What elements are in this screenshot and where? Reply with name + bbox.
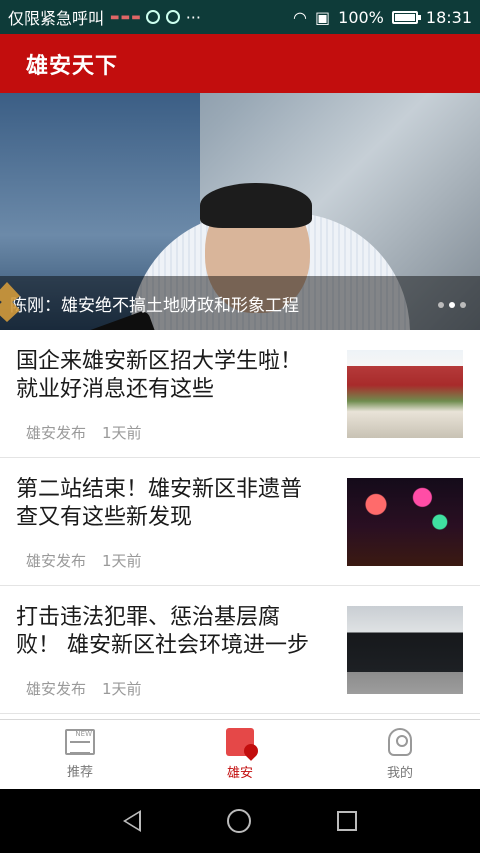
news-list: 国企来雄安新区招大学生啦！就业好消息还有这些 雄安发布 1天前 第二站结束！雄安… [0,330,480,714]
system-nav-bar [0,789,480,853]
home-icon[interactable] [227,809,251,833]
banner-caption[interactable]: 陈刚：雄安绝不搞土地财政和形象工程 [10,291,299,316]
news-source: 雄安发布 [26,552,87,570]
app-notification-icon [145,10,160,24]
status-right: ◠ ▣ 100% 18:31 [293,8,472,27]
status-bar: 仅限紧急呼叫 ▬ ▬ ▬ ··· ◠ ▣ 100% 18:31 [0,0,480,34]
back-icon[interactable] [123,810,141,832]
news-meta: 雄安发布 1天前 [26,422,142,443]
banner-image-hair [200,183,312,228]
carousel-dot[interactable] [438,302,444,308]
battery-fill [394,13,415,21]
carrier-text: 仅限紧急呼叫 [8,9,105,28]
news-item[interactable]: 国企来雄安新区招大学生啦！就业好消息还有这些 雄安发布 1天前 [0,330,480,458]
news-time: 1天前 [102,680,142,698]
news-source: 雄安发布 [26,424,87,442]
news-source: 雄安发布 [26,680,87,698]
news-thumbnail[interactable] [347,350,463,438]
carousel-dot[interactable] [460,302,466,308]
news-thumbnail[interactable] [347,478,463,566]
news-time: 1天前 [102,424,142,442]
person-icon [388,728,412,756]
news-title[interactable]: 第二站结束！雄安新区非遗普查又有这些新发现 [16,476,321,532]
app-bar: 雄安天下 [0,34,480,93]
carousel-dot-active[interactable] [449,302,455,308]
building-location-icon [226,728,254,756]
battery-icon [391,10,421,24]
clock: 18:31 [425,7,472,27]
tab-mine[interactable]: 我的 [320,720,480,789]
recent-apps-icon[interactable] [337,811,357,831]
banner-caption-bar[interactable]: 陈刚：雄安绝不搞土地财政和形象工程 [0,276,480,330]
carousel-indicator [438,302,466,308]
news-meta: 雄安发布 1天前 [26,550,142,571]
news-icon [65,729,95,755]
news-time: 1天前 [102,552,142,570]
tab-label: 我的 [386,766,413,781]
tab-recommend[interactable]: 推荐 [0,720,160,789]
news-meta: 雄安发布 1天前 [26,678,142,699]
more-notifications-icon: ··· [185,7,201,27]
notification-icon: ▬ ▬ ▬ [110,11,141,23]
tab-xiongan[interactable]: 雄安 [160,720,320,789]
news-title[interactable]: 国企来雄安新区招大学生啦！就业好消息还有这些 [16,348,321,404]
tab-label: 雄安 [226,766,253,781]
news-thumbnail[interactable] [347,606,463,694]
app-notification-icon-2 [165,10,180,24]
banner-carousel[interactable]: 陈刚：雄安绝不搞土地财政和形象工程 [0,93,480,330]
sim-icon: ▣ [315,7,331,27]
tab-label: 推荐 [66,765,93,780]
news-title[interactable]: 打击违法犯罪、惩治基层腐败！ 雄安新区社会环境进一步 [16,604,321,660]
wifi-icon: ◠ [293,7,308,27]
battery-percent: 100% [338,7,384,27]
bottom-tab-bar: 推荐 雄安 我的 [0,719,480,789]
news-item[interactable]: 打击违法犯罪、惩治基层腐败！ 雄安新区社会环境进一步 雄安发布 1天前 [0,586,480,714]
status-left: 仅限紧急呼叫 ▬ ▬ ▬ ··· [8,5,293,29]
news-item[interactable]: 第二站结束！雄安新区非遗普查又有这些新发现 雄安发布 1天前 [0,458,480,586]
app-title: 雄安天下 [26,53,119,79]
